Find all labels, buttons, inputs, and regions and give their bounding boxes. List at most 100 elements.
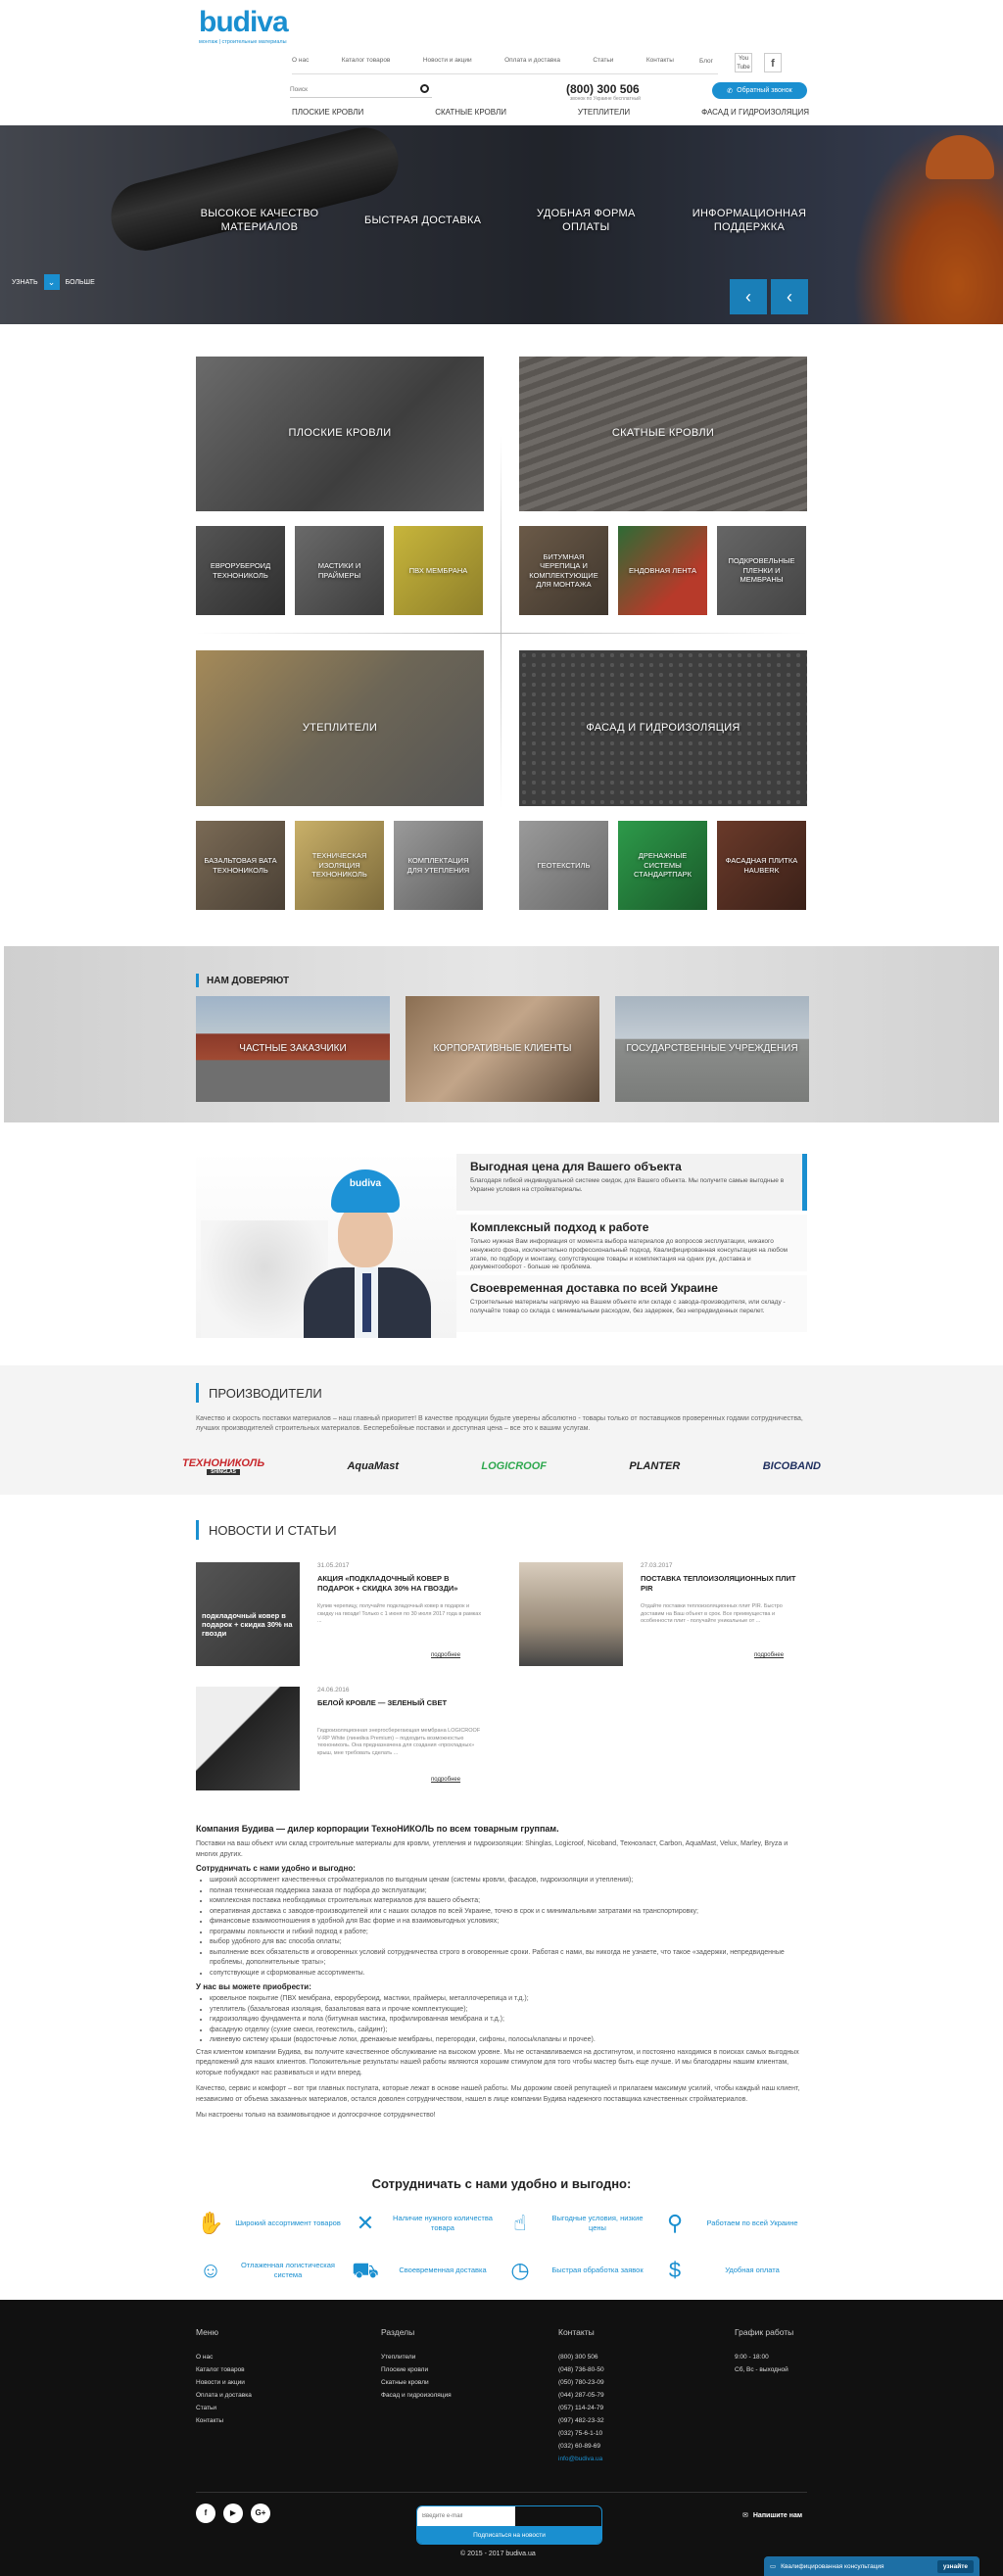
write-us-link[interactable]: ✉ Напишите нам [742, 2511, 802, 2520]
subcategory-tile[interactable]: ПВХ МЕМБРАНА [394, 526, 483, 615]
category-pitched-roofs[interactable]: СКАТНЫЕ КРОВЛИ [519, 357, 807, 511]
chat-button[interactable]: узнайте [936, 2559, 974, 2573]
trust-section: НАМ ДОВЕРЯЮТ ЧАСТНЫЕ ЗАКАЗЧИКИ КОРПОРАТИ… [4, 946, 999, 1122]
footer-contact[interactable]: (032) 75-6-1-10 [558, 2427, 705, 2440]
youtube-icon[interactable]: You Tube [735, 53, 752, 72]
news-image[interactable]: подкладочный ковер в подарок + скидка 30… [196, 1562, 300, 1666]
subcategory-tile[interactable]: ГЕОТЕКСТИЛЬ [519, 821, 608, 910]
news-title[interactable]: ПОСТАВКА ТЕПЛОИЗОЛЯЦИОННЫХ ПЛИТ PIR [641, 1574, 807, 1594]
footer-contact[interactable]: (032) 60-89-69 [558, 2440, 705, 2453]
footer-section-link[interactable]: Фасад и гидроизоляция [381, 2389, 528, 2402]
more-button[interactable]: УЗНАТЬ ⌄ БОЛЬШЕ [12, 274, 95, 290]
footer-menu-link[interactable]: Новости и акции [196, 2376, 343, 2389]
advantage-label: Наличие нужного количества товара [393, 2214, 493, 2232]
footer-sections-title: Разделы [381, 2327, 415, 2337]
facebook-icon[interactable]: f [196, 2504, 215, 2523]
footer-contact[interactable]: (050) 780-23-09 [558, 2376, 705, 2389]
producer-logo-1[interactable]: AquaMast [347, 1460, 399, 1472]
clock-icon: ◷ [510, 2258, 530, 2282]
subcategory-tile[interactable]: ФАСАДНАЯ ПЛИТКА HAUBERK [717, 821, 806, 910]
footer-contact[interactable]: (044) 287-05-79 [558, 2389, 705, 2402]
nav-item-5[interactable]: Контакты [646, 57, 674, 69]
news-more-link[interactable]: подробнее [754, 1652, 784, 1658]
footer-section-link[interactable]: Плоские кровли [381, 2363, 528, 2376]
more-left-label: УЗНАТЬ [12, 278, 38, 286]
subcategory-tile[interactable]: ПОДКРОВЕЛЬНЫЕ ПЛЕНКИ И МЕМБРАНЫ [717, 526, 806, 615]
category-nav-item-1[interactable]: СКАТНЫЕ КРОВЛИ [435, 108, 506, 121]
producer-logo-0[interactable]: ТЕХНОНИКОЛЬ SHINGLAS [182, 1457, 264, 1475]
search-icon[interactable] [420, 84, 429, 93]
facebook-icon[interactable]: f [764, 53, 782, 72]
producer-logo-2[interactable]: LOGICROOF [481, 1460, 547, 1472]
news-item-0[interactable]: подкладочный ковер в подарок + скидка 30… [196, 1562, 484, 1670]
category-facade[interactable]: ФАСАД И ГИДРОИЗОЛЯЦИЯ [519, 650, 807, 806]
nav-item-1[interactable]: Каталог товаров [342, 57, 391, 69]
news-image[interactable] [196, 1687, 300, 1790]
news-title[interactable]: АКЦИЯ «ПОДКЛАДОЧНЫЙ КОВЕР В ПОДАРОК + СК… [317, 1574, 484, 1594]
chat-widget[interactable]: ▭ Квалифицированная консультация узнайте [764, 2556, 979, 2576]
footer-contact[interactable]: (057) 114-24-79 [558, 2402, 705, 2414]
news-item-2[interactable]: 24.06.2016 БЕЛОЙ КРОВЛЕ — ЗЕЛЕНЫЙ СВЕТ Гид… [196, 1687, 484, 1794]
footer-menu-link[interactable]: Оплата и доставка [196, 2389, 343, 2402]
advantage-label: Работаем по всей Украине [706, 2218, 798, 2228]
news-title[interactable]: БЕЛОЙ КРОВЛЕ — ЗЕЛЕНЫЙ СВЕТ [317, 1698, 484, 1708]
conv-list-item: выбор удобного для вас способа оплаты; [210, 1937, 807, 1948]
footer-contact[interactable]: (097) 482-23-32 [558, 2414, 705, 2427]
news-item-1[interactable]: 27.03.2017 ПОСТАВКА ТЕПЛОИЗОЛЯЦИОННЫХ ПЛИ… [519, 1562, 807, 1670]
news-more-link[interactable]: подробнее [431, 1777, 460, 1783]
subscribe-email-input[interactable] [417, 2506, 515, 2526]
slider-next-button[interactable]: ‹ [771, 279, 808, 314]
subcategory-tile[interactable]: ТЕХНИЧЕСКАЯ ИЗОЛЯЦИЯ ТЕХНОНИКОЛЬ [295, 821, 384, 910]
nav-item-0[interactable]: О нас [292, 57, 309, 69]
subcategory-tile[interactable]: ЕНДОВНАЯ ЛЕНТА [618, 526, 707, 615]
logo[interactable]: budiva монтаж | строительные материалы [199, 8, 307, 49]
trust-government[interactable]: ГОСУДАРСТВЕННЫЕ УЧРЕЖДЕНИЯ [615, 996, 809, 1102]
producer-logo-3[interactable]: PLANTER [629, 1460, 680, 1472]
news-image[interactable] [519, 1562, 623, 1666]
footer-contact[interactable]: (048) 736-80-50 [558, 2363, 705, 2376]
google-plus-icon[interactable]: G+ [251, 2504, 270, 2523]
catalog-divider-h [196, 633, 807, 634]
nav-item-3[interactable]: Оплата и доставка [504, 57, 560, 69]
category-nav-item-0[interactable]: ПЛОСКИЕ КРОВЛИ [292, 108, 363, 121]
blog-link[interactable]: Блог [699, 58, 713, 65]
conv-list-item: программы лояльности и гибкий подход к р… [210, 1928, 807, 1938]
footer-contact[interactable]: (800) 300 506 [558, 2351, 705, 2363]
category-flat-roofs[interactable]: ПЛОСКИЕ КРОВЛИ [196, 357, 484, 511]
hero-feature-3: ИНФОРМАЦИОННАЯ ПОДДЕРЖКА [692, 207, 807, 233]
subcategory-tile[interactable]: КОМПЛЕКТАЦИЯ ДЛЯ УТЕПЛЕНИЯ [394, 821, 483, 910]
footer-contact[interactable]: info@budiva.ua [558, 2453, 705, 2465]
footer-menu-link[interactable]: О нас [196, 2351, 343, 2363]
footer-section-link[interactable]: Утеплители [381, 2351, 528, 2363]
subscribe-button[interactable]: Подписаться на новости [417, 2526, 601, 2544]
producer-logo-4[interactable]: BICOBAND [763, 1460, 821, 1472]
subcategory-tile[interactable]: ДРЕНАЖНЫЕ СИСТЕМЫ СТАНДАРТПАРК [618, 821, 707, 910]
buy-list-item: кровельное покрытие (ПВХ мембрана, еврор… [210, 1994, 807, 2005]
footer-menu-link[interactable]: Статьи [196, 2402, 343, 2414]
footer-menu-link[interactable]: Контакты [196, 2414, 343, 2427]
footer-section-link[interactable]: Скатные кровли [381, 2376, 528, 2389]
subcategory-tile[interactable]: ЕВРОРУБЕРОИД ТЕХНОНИКОЛЬ [196, 526, 285, 615]
trust-private[interactable]: ЧАСТНЫЕ ЗАКАЗЧИКИ [196, 996, 390, 1102]
phone-number[interactable]: (800) 300 506 [566, 82, 640, 96]
news-more-link[interactable]: подробнее [431, 1652, 460, 1658]
subscribe-form: Подписаться на новости [416, 2505, 602, 2545]
trust-corporate[interactable]: КОРПОРАТИВНЫЕ КЛИЕНТЫ [406, 996, 599, 1102]
slider-prev-button[interactable]: ‹ [730, 279, 767, 314]
nav-item-4[interactable]: Статьи [593, 57, 613, 69]
subcategory-tile[interactable]: БИТУМНАЯ ЧЕРЕПИЦА И КОМПЛЕКТУЮЩИЕ ДЛЯ МО… [519, 526, 608, 615]
chat-text: Квалифицированная консультация [781, 2562, 884, 2570]
category-insulation[interactable]: УТЕПЛИТЕЛИ [196, 650, 484, 806]
advantages-title: Сотрудничать с нами удобно и выгодно: [371, 2176, 632, 2191]
nav-item-2[interactable]: Новости и акции [423, 57, 472, 69]
footer-menu-link[interactable]: Каталог товаров [196, 2363, 343, 2376]
subcategory-tile[interactable]: МАСТИКИ И ПРАЙМЕРЫ [295, 526, 384, 615]
search-input[interactable] [290, 82, 407, 96]
youtube-icon[interactable]: ▶ [223, 2504, 243, 2523]
subcategory-tile[interactable]: БАЗАЛЬТОВАЯ ВАТА ТЕХНОНИКОЛЬ [196, 821, 285, 910]
category-nav-item-2[interactable]: УТЕПЛИТЕЛИ [578, 108, 630, 121]
category-nav-item-3[interactable]: ФАСАД И ГИДРОИЗОЛЯЦИЯ [701, 108, 809, 121]
callback-button[interactable]: ✆ Обратный звонок [712, 82, 807, 99]
map-pin-icon: ⚲ [666, 2211, 684, 2235]
about-p1: Стая клиентом компании Будива, вы получи… [196, 2048, 799, 2076]
